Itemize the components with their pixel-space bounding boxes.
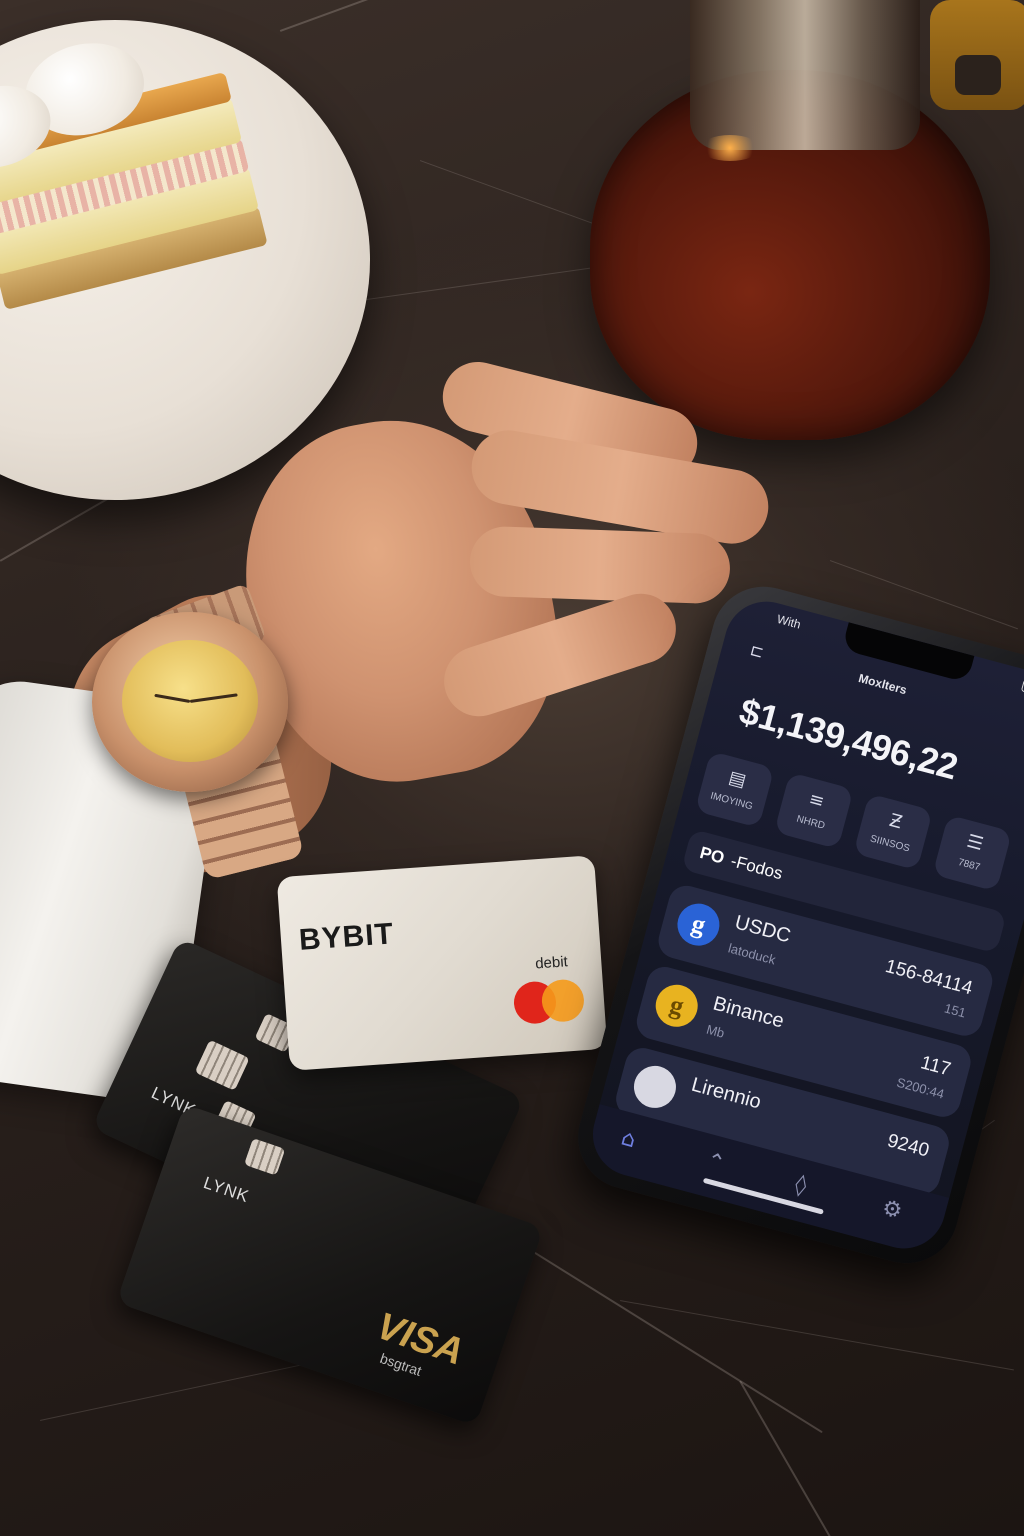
- quick-action-button[interactable]: ▤ IMOYING: [694, 750, 775, 828]
- status-bar-text: With: [775, 611, 803, 632]
- smartphone: With ⊏ Moxlters ⇡ $1,139,496,22 ▤ IMOYIN…: [566, 575, 1024, 1275]
- orange-object-dial: [955, 55, 1001, 95]
- lynk-brand: LYNK: [201, 1173, 252, 1207]
- app-title: Moxlters: [856, 670, 909, 698]
- arrow-up-icon[interactable]: ⌃: [703, 1148, 727, 1177]
- asset-value: 156-84114: [882, 955, 975, 1000]
- marble-vein: [739, 1380, 871, 1536]
- section-prefix: PO: [697, 842, 727, 868]
- asset-subtitle: latoduck: [726, 940, 778, 968]
- watch-hand: [154, 693, 191, 703]
- settings-icon[interactable]: ⚙: [879, 1195, 905, 1224]
- binance-coin-icon: g: [650, 980, 703, 1032]
- watch-hand: [189, 693, 238, 703]
- carafe-neck: [690, 0, 920, 150]
- finger: [468, 525, 732, 605]
- card-chip: [194, 1039, 250, 1091]
- marble-vein: [619, 1300, 1015, 1371]
- marble-vein: [279, 0, 431, 32]
- asset-value: 9240: [885, 1130, 932, 1162]
- drop-icon[interactable]: ◊: [792, 1172, 809, 1199]
- card-chip: [244, 1138, 286, 1176]
- asset-subvalue: 151: [942, 1000, 968, 1021]
- card-type-label: debit: [534, 953, 569, 973]
- photo-scene: LYNK LYNK VISA bsgtrat BYBIT debit With …: [0, 0, 1024, 1536]
- asset-subtitle: Mb: [704, 1021, 727, 1041]
- home-icon[interactable]: ⌂: [618, 1125, 638, 1153]
- light-reflection: [700, 135, 760, 161]
- marble-vein: [359, 263, 618, 301]
- phone-screen: With ⊏ Moxlters ⇡ $1,139,496,22 ▤ IMOYIN…: [583, 592, 1024, 1258]
- menu-icon[interactable]: ⊏: [748, 640, 766, 662]
- section-title: -Fodos: [728, 851, 785, 884]
- usdc-coin-icon: g: [672, 898, 725, 951]
- quick-action-button[interactable]: Ƶ SIINSOS: [853, 793, 933, 871]
- watch-dial: [122, 640, 258, 762]
- quick-action-button[interactable]: ≡ NHRD: [773, 772, 854, 850]
- marble-vein: [499, 1230, 823, 1434]
- quick-action-button[interactable]: ☰ 7887: [932, 814, 1013, 892]
- bybit-logo: BYBIT: [297, 917, 395, 957]
- bybit-debit-card: BYBIT debit: [276, 855, 608, 1071]
- asset-value: 117: [918, 1052, 954, 1081]
- asset-coin-icon: [629, 1061, 681, 1113]
- asset-name: Lirennio: [689, 1073, 764, 1114]
